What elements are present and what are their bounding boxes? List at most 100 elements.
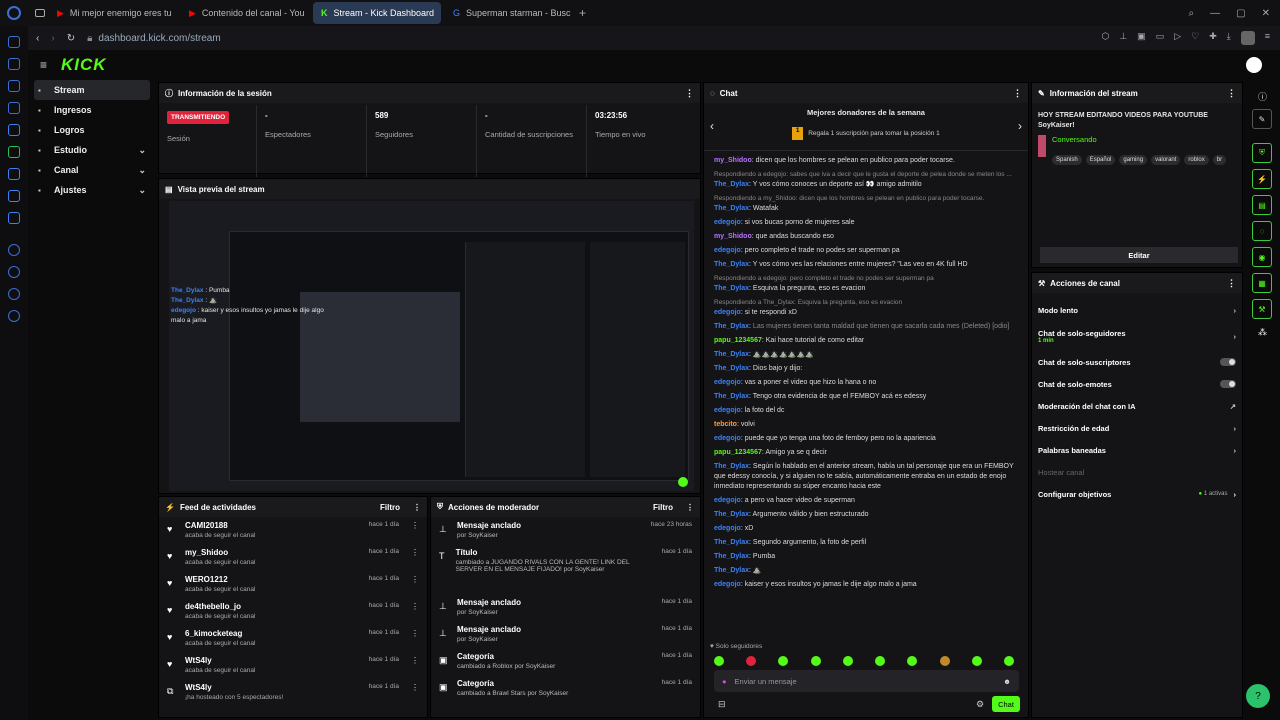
profile-avatar[interactable] (1240, 31, 1255, 45)
more-icon[interactable]: ⋮ (685, 88, 694, 99)
chat-username[interactable]: The_Dylax (714, 511, 749, 518)
bolt-icon[interactable]: ⚡ (1252, 169, 1272, 189)
emoji-icon[interactable]: ☻ (1003, 677, 1011, 686)
filter-button[interactable]: Filtro (653, 503, 673, 512)
channel-action-row[interactable]: Chat de solo-seguidores 1 min › (1032, 321, 1242, 351)
document-icon[interactable]: ▤ (1252, 195, 1272, 215)
chat-message[interactable]: The_Dylax: Tengo otra evidencia de que e… (704, 390, 1028, 404)
activity-row[interactable]: ♥ WtS4ly acaba de seguir el canal hace 1 dí… (159, 652, 427, 679)
emote-icon[interactable] (842, 656, 853, 666)
edit-icon[interactable]: ✎ (1252, 109, 1272, 129)
channel-action-row[interactable]: Chat de solo-suscriptores (1032, 351, 1242, 373)
url-field[interactable]: dashboard.kick.com/stream (98, 33, 220, 44)
toggle-switch[interactable] (1220, 358, 1236, 366)
channel-action-row[interactable]: Palabras baneadas › (1032, 439, 1242, 461)
chat-messages[interactable]: my_Shidoo: dicen que los hombres se pele… (704, 151, 1028, 636)
puzzle-icon[interactable]: ✚ (1209, 31, 1217, 45)
more-icon[interactable]: ⋮ (1227, 88, 1236, 99)
more-icon[interactable]: ⋮ (411, 548, 419, 567)
chat-message[interactable]: The_Dylax: Según lo hablado en el anteri… (704, 460, 1028, 494)
chat-message[interactable]: my_Shidoo: que andas buscando eso (704, 230, 1028, 244)
chat-message[interactable]: edegojo: kaiser y esos insultos yo jamas… (704, 578, 1028, 592)
channel-action-row[interactable]: Restricción de edad › (1032, 417, 1242, 439)
activity-row[interactable]: ♥ my_Shidoo acaba de seguir el canal hace 1… (159, 544, 427, 571)
mod-action-row[interactable]: ▣ Categoría cambiado a Roblox por SoyKaise… (431, 648, 700, 675)
chat-message[interactable]: tebcito: volvi (704, 418, 1028, 432)
channel-action-row[interactable]: Chat de solo-emotes (1032, 373, 1242, 395)
video-player[interactable]: The_Dylax : Pumba The_Dylax : ⛰️ edegojo… (169, 201, 694, 491)
grid-icon[interactable]: ▦ (1252, 273, 1272, 293)
more-icon[interactable]: ⋮ (686, 503, 694, 512)
chat-message[interactable]: my_Shidoo: dicen que los hombres se pele… (704, 154, 1028, 168)
tab-youtube-1[interactable]: ▶ Mi mejor enemigo eres tu (49, 2, 177, 24)
chat-username[interactable]: The_Dylax (714, 181, 749, 188)
extensions-icon[interactable]: ⬡ (1101, 31, 1109, 45)
history-icon[interactable] (8, 244, 20, 256)
more-icon[interactable]: ⋮ (411, 656, 419, 675)
nav-item-logros[interactable]: ▪ Logros (34, 120, 150, 140)
more-icon[interactable]: ⋮ (411, 575, 419, 594)
channel-action-row[interactable]: Configurar objetivos ● 1 activas › (1032, 483, 1242, 505)
bookmark-icon[interactable]: ▭ (1156, 31, 1165, 45)
chat-message[interactable]: edegojo: pero completo el trade no podes… (704, 244, 1028, 258)
whatsapp-icon[interactable] (8, 146, 20, 158)
more-icon[interactable]: ⋮ (411, 683, 419, 702)
nav-item-canal[interactable]: ▪ Canal ⌄ (34, 160, 150, 180)
workspaces-icon[interactable] (35, 9, 45, 17)
next-icon[interactable]: › (1018, 119, 1022, 133)
chat-username[interactable]: papu_1234567 (714, 337, 762, 344)
news-icon[interactable] (8, 80, 20, 92)
emote-icon[interactable] (778, 656, 789, 666)
chat-icon[interactable]: ◌ (1252, 221, 1272, 241)
chat-message[interactable]: The_Dylax: ⛰️ (704, 564, 1028, 578)
chat-message[interactable]: The_Dylax: Dios bajo y dijo: (704, 362, 1028, 376)
workspace-icon[interactable] (8, 102, 20, 114)
tag-chip[interactable]: roblox (1184, 155, 1209, 165)
nav-item-stream[interactable]: ▪ Stream (34, 80, 150, 100)
back-icon[interactable]: ‹ (36, 33, 39, 44)
mod-action-row[interactable]: ⊥ Mensaje anclado por SoyKaiser hace 1 día (431, 594, 700, 621)
tag-chip[interactable]: gaming (1119, 155, 1148, 165)
kick-logo[interactable]: KICK (61, 55, 107, 75)
support-chat-icon[interactable]: ? (1246, 684, 1270, 708)
menu-icon[interactable]: ≡ (1265, 31, 1270, 45)
chat-username[interactable]: tebcito (714, 421, 737, 428)
nav-item-ajustes[interactable]: ▪ Ajustes ⌄ (34, 180, 150, 200)
tab-youtube-2[interactable]: ▶ Contenido del canal - You (181, 2, 309, 24)
more-icon[interactable]: ⋮ (411, 602, 419, 621)
tiktok-icon[interactable] (8, 190, 20, 202)
chat-username[interactable]: my_Shidoo (714, 233, 752, 240)
tab-google-search[interactable]: G Superman starman - Busc (445, 2, 573, 24)
nav-item-ingresos[interactable]: ▪ Ingresos (34, 100, 150, 120)
emote-icon[interactable] (714, 656, 724, 666)
gift-icon[interactable]: ⊟ (718, 699, 726, 710)
heart-icon[interactable]: ♡ (1191, 31, 1199, 45)
x-icon[interactable] (8, 212, 20, 224)
prev-icon[interactable]: ‹ (710, 119, 714, 133)
chat-message[interactable]: papu_1234567: Kai hace tutorial de como … (704, 334, 1028, 348)
emote-icon[interactable] (907, 656, 918, 666)
chat-message[interactable]: The_Dylax: Argumento válido y bien estru… (704, 508, 1028, 522)
opera-logo-icon[interactable] (7, 6, 21, 20)
search-tabs-icon[interactable]: ⌕ (1189, 8, 1195, 19)
download-icon[interactable]: ⤓ (1227, 31, 1231, 45)
more-icon[interactable]: ⋮ (411, 521, 419, 540)
pin-icon[interactable]: ⊥ (1119, 31, 1127, 45)
tab-kick-dashboard[interactable]: K Stream - Kick Dashboard (313, 2, 441, 24)
emote-icon[interactable] (939, 656, 950, 666)
user-avatar[interactable] (1246, 57, 1262, 73)
chat-username[interactable]: The_Dylax (714, 285, 749, 292)
more-icon[interactable]: ⋮ (1013, 88, 1022, 99)
chat-username[interactable]: my_Shidoo (714, 157, 752, 164)
mod-action-row[interactable]: ⊥ Mensaje anclado por SoyKaiser hace 1 día (431, 621, 700, 648)
clock-icon[interactable] (8, 266, 20, 278)
snapshot-icon[interactable]: ▣ (1137, 31, 1146, 45)
emote-icon[interactable] (746, 656, 757, 666)
send-chat-button[interactable]: Chat (992, 696, 1020, 712)
activity-row[interactable]: ♥ CAMI20188 acaba de seguir el canal hace 1… (159, 517, 427, 544)
emote-icon[interactable] (1003, 656, 1014, 666)
channel-action-row[interactable]: Moderación del chat con IA ↗ (1032, 395, 1242, 417)
chat-username[interactable]: The_Dylax (714, 365, 749, 372)
channel-action-row[interactable]: Modo lento › (1032, 299, 1242, 321)
chat-username[interactable]: The_Dylax (714, 567, 749, 574)
